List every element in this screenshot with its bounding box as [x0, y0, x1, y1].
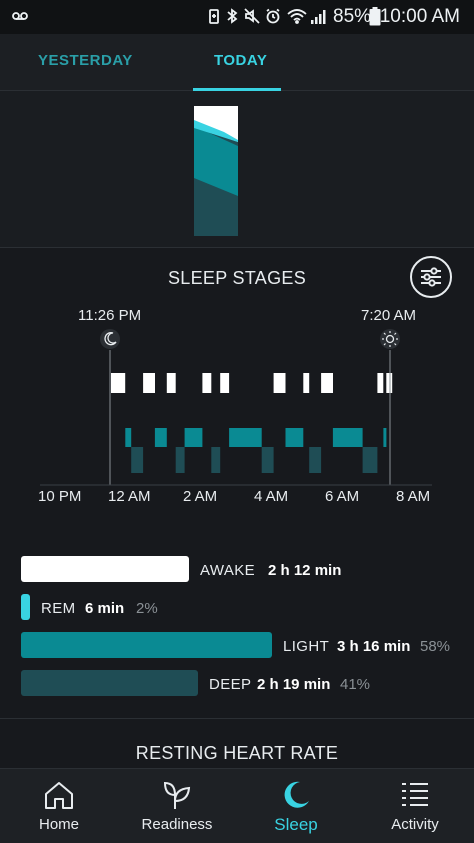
clock: 10:00 AM — [379, 6, 460, 27]
hypnogram-segment-awake — [303, 373, 310, 393]
nav-readiness-label: Readiness — [141, 816, 213, 833]
tab-today[interactable]: TODAY — [214, 52, 267, 69]
x-tick: 8 AM — [396, 488, 431, 505]
bluetooth-icon — [227, 8, 238, 24]
rem-duration: 6 min — [85, 600, 125, 617]
deep-duration: 2 h 19 min — [257, 676, 331, 693]
hypnogram-segment-deep — [131, 447, 144, 473]
hypnogram-segment-light — [154, 428, 167, 447]
awake-bar — [21, 556, 189, 582]
light-bar — [21, 632, 272, 658]
hypnogram-segment-awake — [111, 373, 126, 393]
nav-activity-label: Activity — [391, 816, 439, 833]
deep-percent: 41% — [340, 676, 371, 693]
hypnogram-segment-deep — [261, 447, 274, 473]
hypnogram-segment-awake — [143, 373, 155, 393]
hypnogram-segment-deep — [211, 447, 221, 473]
status-bar: 85% 10:00 AM — [0, 0, 474, 34]
hypnogram-segment-deep — [309, 447, 322, 473]
section-divider — [0, 718, 474, 719]
hypnogram-segment-awake — [377, 373, 384, 393]
deep-label: DEEP — [209, 676, 252, 693]
x-tick: 4 AM — [254, 488, 289, 505]
resting-heart-rate-title[interactable]: RESTING HEART RATE — [0, 743, 474, 764]
activity-list-icon — [402, 783, 428, 806]
nav-sleep[interactable]: Sleep — [237, 769, 355, 843]
filter-button[interactable] — [410, 256, 452, 298]
x-tick: 6 AM — [325, 488, 360, 505]
sun-small-icon — [380, 329, 400, 349]
x-tick: 10 PM — [38, 488, 82, 505]
alarm-icon — [266, 8, 280, 24]
hypnogram-segment-awake — [321, 373, 333, 393]
moon-icon — [284, 781, 309, 808]
signal-icon — [311, 10, 326, 24]
x-tick: 12 AM — [108, 488, 151, 505]
hypnogram-segment-awake — [220, 373, 230, 393]
sleep-stages-title: SLEEP STAGES — [168, 268, 306, 288]
home-icon — [45, 782, 73, 809]
rem-bar — [21, 594, 30, 620]
bedtime-label: 11:26 PM — [78, 307, 142, 324]
nav-home-label: Home — [38, 816, 79, 833]
hypnogram-segment-awake — [166, 373, 176, 393]
day-tabs: YESTERDAY TODAY — [0, 34, 474, 91]
hypnogram-segment-light — [125, 428, 132, 447]
hypnogram-segment-awake — [273, 373, 286, 393]
hypnogram-segment-light — [383, 428, 387, 447]
nav-sleep-label: Sleep — [274, 815, 318, 834]
hypnogram-segment-light — [332, 428, 363, 447]
hypnogram-segment-light — [229, 428, 262, 447]
light-label: LIGHT — [283, 638, 330, 655]
hypnogram-marks — [111, 373, 393, 473]
hypnogram-segment-light — [285, 428, 304, 447]
awake-label: AWAKE — [200, 562, 256, 579]
deep-bar — [21, 670, 198, 696]
voicemail-icon — [12, 12, 28, 20]
sliders-icon — [421, 267, 441, 287]
nav-readiness[interactable]: Readiness — [118, 769, 236, 843]
nav-activity[interactable]: Activity — [356, 769, 474, 843]
battery-percent: 85% — [333, 6, 372, 27]
wake-time-label: 7:20 AM — [361, 307, 417, 324]
mute-icon — [244, 8, 260, 24]
sleep-composition-bar[interactable] — [194, 106, 238, 236]
hypnogram-segment-light — [184, 428, 203, 447]
tab-yesterday[interactable]: YESTERDAY — [38, 52, 133, 69]
sleep-duration-bar-area — [0, 91, 474, 248]
hypnogram-segment-awake — [202, 373, 212, 393]
battery-saver-icon — [209, 9, 219, 24]
hypnogram-segment-deep — [175, 447, 185, 473]
rem-label: REM — [41, 600, 76, 617]
hypnogram-segment-deep — [362, 447, 378, 473]
light-percent: 58% — [420, 638, 451, 655]
sprout-icon — [163, 781, 191, 809]
nav-home[interactable]: Home — [0, 769, 118, 843]
wifi-icon — [287, 9, 307, 24]
hypnogram-segment-awake — [386, 373, 393, 393]
x-tick: 2 AM — [183, 488, 218, 505]
awake-duration: 2 h 12 min — [268, 562, 342, 579]
moon-small-icon — [100, 329, 120, 349]
rem-percent: 2% — [136, 600, 158, 617]
stage-legend: AWAKE 2 h 12 min REM 6 min 2% LIGHT 3 h … — [0, 553, 474, 713]
bottom-nav: Home Readiness Sleep Activity — [0, 768, 474, 843]
light-duration: 3 h 16 min — [337, 638, 411, 655]
